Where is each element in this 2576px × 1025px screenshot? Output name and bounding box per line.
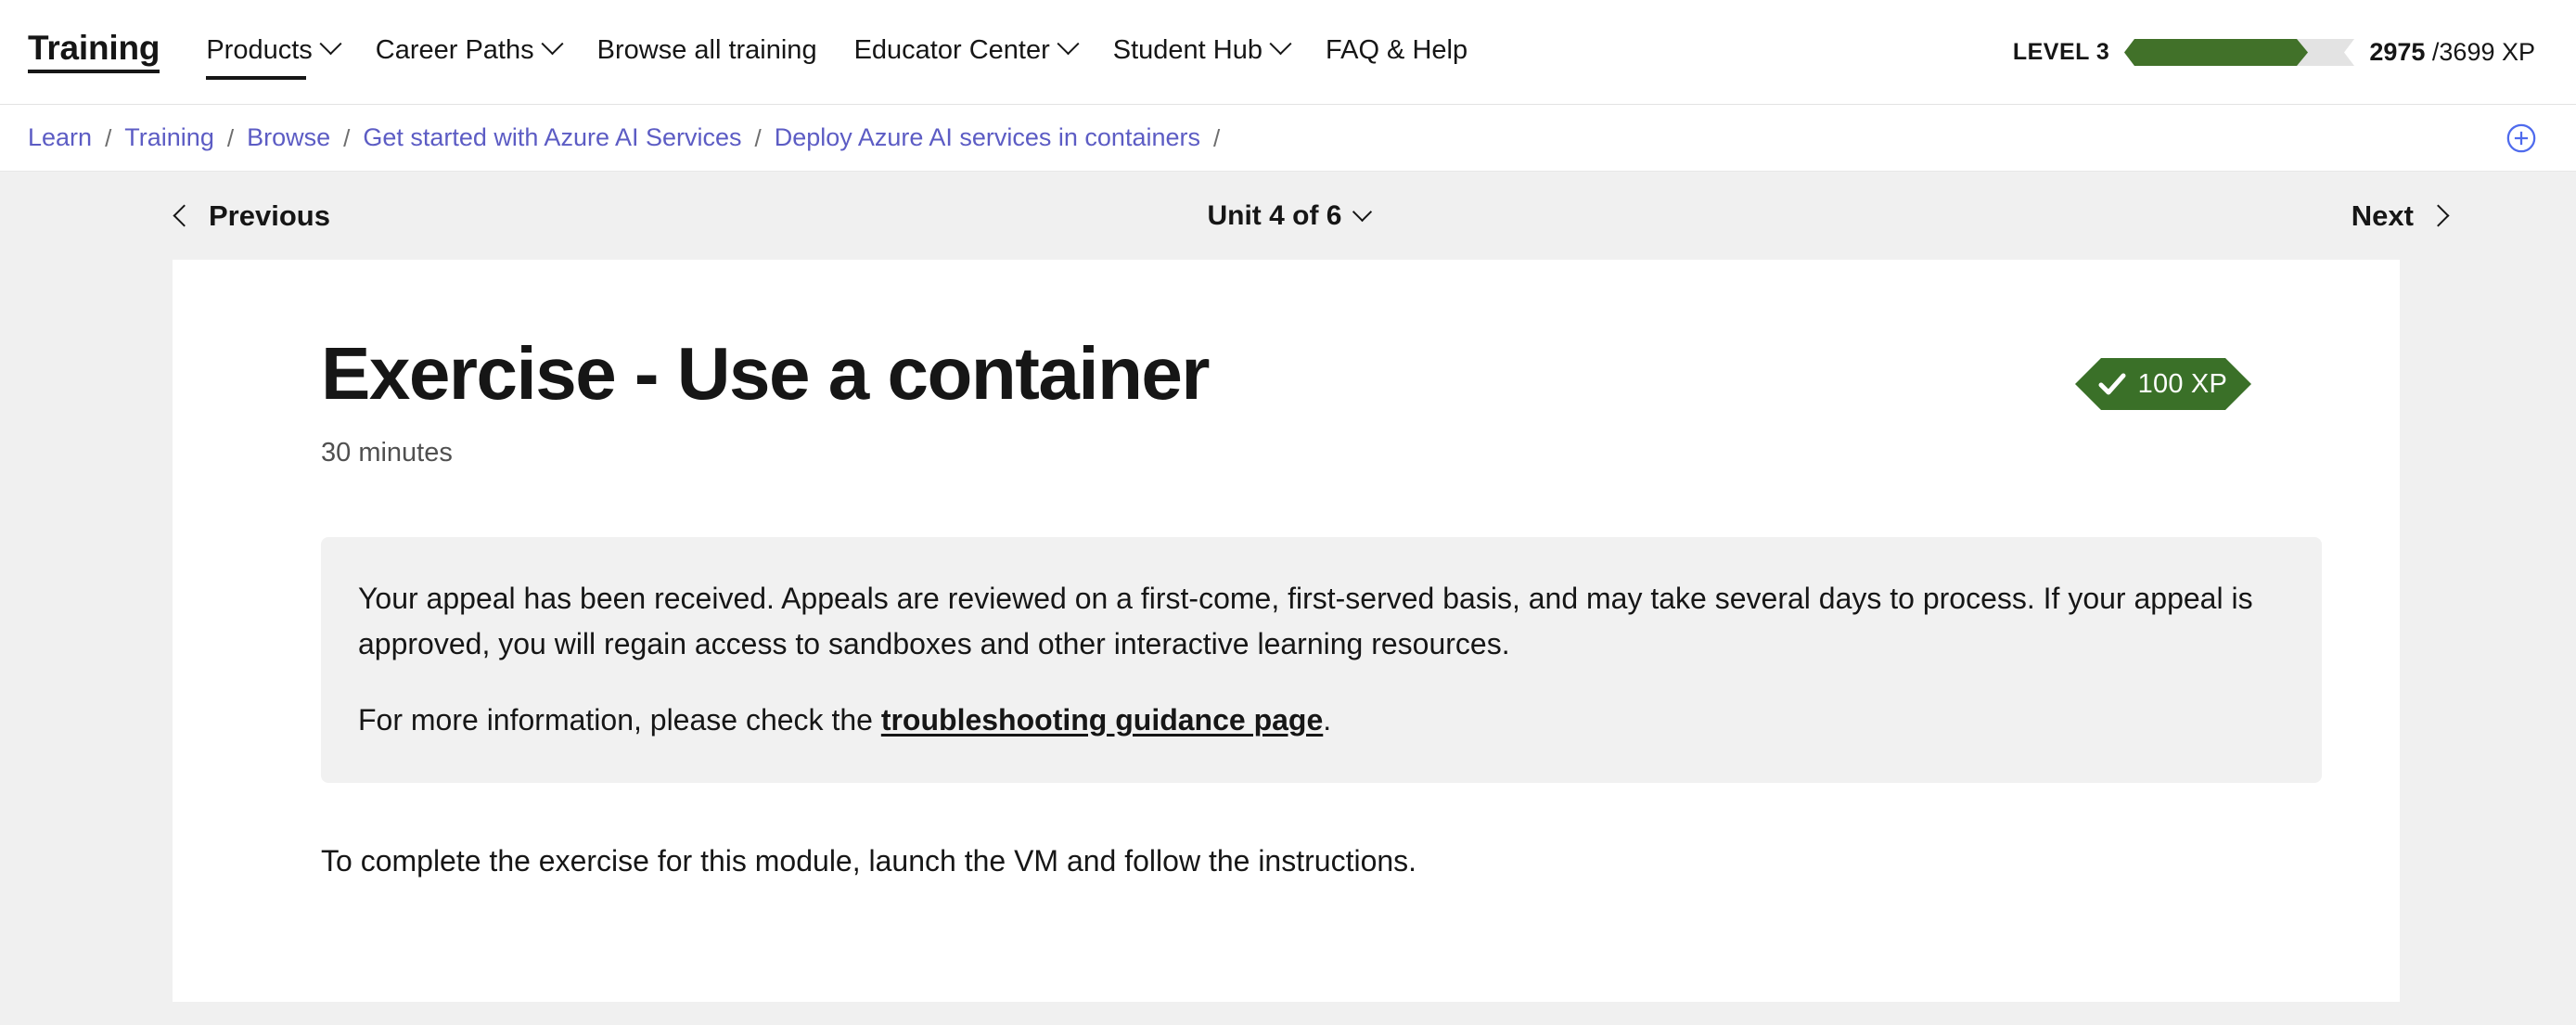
- breadcrumb-item-browse[interactable]: Browse: [247, 125, 330, 150]
- breadcrumb-item-training[interactable]: Training: [124, 125, 214, 150]
- breadcrumb-trailing-separator: /: [1213, 123, 1221, 152]
- xp-max: /3699 XP: [2431, 37, 2535, 66]
- breadcrumb-separator: /: [226, 123, 235, 152]
- nav-item-label: FAQ & Help: [1325, 35, 1468, 66]
- chevron-right-icon: [2427, 204, 2450, 227]
- notice-paragraph-1: Your appeal has been received. Appeals a…: [358, 582, 2253, 661]
- chevron-down-icon: [1352, 201, 1372, 223]
- appeal-notice-box: Your appeal has been received. Appeals a…: [321, 537, 2322, 784]
- troubleshooting-guidance-link[interactable]: troubleshooting guidance page: [881, 703, 1323, 737]
- chevron-down-icon: [1057, 32, 1080, 56]
- xp-progress-bar: [2124, 38, 2355, 66]
- nav-item-label: Career Paths: [375, 35, 534, 66]
- page-title: Exercise - Use a container: [321, 332, 1211, 415]
- breadcrumb: Learn / Training / Browse / Get started …: [28, 125, 1233, 150]
- chevron-left-icon: [173, 204, 196, 227]
- plus-circle-icon[interactable]: [2506, 122, 2537, 154]
- level-xp-widget[interactable]: LEVEL 3 2975 /3699 XP: [2013, 38, 2535, 67]
- breadcrumb-bar: Learn / Training / Browse / Get started …: [0, 105, 2576, 172]
- brand-training-link[interactable]: Training: [28, 30, 160, 73]
- breadcrumb-item-get-started-azure-ai[interactable]: Get started with Azure AI Services: [363, 125, 741, 150]
- notice-paragraph-2-prefix: For more information, please check the: [358, 702, 881, 737]
- exercise-instructions-text: To complete the exercise for this module…: [321, 844, 1417, 878]
- chevron-down-icon: [1269, 32, 1292, 56]
- nav-item-products[interactable]: Products: [206, 32, 342, 80]
- previous-unit-button[interactable]: Previous: [173, 199, 330, 233]
- nav-item-browse-all-training[interactable]: Browse all training: [597, 34, 817, 70]
- title-block: Exercise - Use a container 30 minutes: [321, 332, 1211, 468]
- top-navigation-bar: Training Products Career Paths Browse al…: [0, 0, 2576, 105]
- breadcrumb-item-learn[interactable]: Learn: [28, 125, 92, 150]
- xp-current: 2975: [2369, 37, 2426, 66]
- next-unit-button[interactable]: Next: [2351, 199, 2450, 233]
- breadcrumb-separator: /: [105, 123, 112, 152]
- breadcrumb-item-deploy-containers[interactable]: Deploy Azure AI services in containers: [775, 125, 1200, 150]
- nav-item-label: Student Hub: [1112, 35, 1262, 66]
- xp-progress-fill: [2124, 38, 2309, 66]
- unit-selector[interactable]: Unit 4 of 6: [1207, 199, 1372, 232]
- nav-item-label: Educator Center: [853, 35, 1050, 66]
- previous-label: Previous: [209, 199, 330, 232]
- level-label: LEVEL 3: [2012, 38, 2110, 65]
- breadcrumb-separator: /: [343, 123, 351, 152]
- chevron-down-icon: [319, 32, 342, 56]
- xp-earned-badge: 100 XP: [2075, 358, 2251, 410]
- unit-content-card: Exercise - Use a container 30 minutes 10…: [173, 260, 2400, 1002]
- unit-duration: 30 minutes: [321, 438, 453, 468]
- xp-badge-shape: [2075, 358, 2251, 410]
- nav-item-label: Products: [206, 35, 313, 66]
- nav-item-faq-help[interactable]: FAQ & Help: [1326, 34, 1467, 70]
- xp-counter: 2975 /3699 XP: [2369, 38, 2535, 67]
- nav-item-student-hub[interactable]: Student Hub: [1112, 32, 1292, 70]
- breadcrumb-separator: /: [754, 123, 762, 152]
- primary-nav: Products Career Paths Browse all trainin…: [206, 32, 2013, 80]
- nav-item-educator-center[interactable]: Educator Center: [853, 32, 1080, 70]
- content-card-wrapper: Exercise - Use a container 30 minutes 10…: [0, 260, 2576, 1002]
- unit-label: Unit 4 of 6: [1207, 199, 1342, 231]
- chevron-down-icon: [541, 32, 564, 56]
- title-row: Exercise - Use a container 30 minutes 10…: [321, 332, 2251, 468]
- nav-item-label: Browse all training: [596, 35, 817, 66]
- unit-navigation-strip: Previous Unit 4 of 6 Next: [0, 172, 2576, 260]
- notice-paragraph-2-suffix: .: [1323, 702, 1332, 737]
- next-label: Next: [2351, 199, 2414, 232]
- notice-paragraph-2: For more information, please check the t…: [358, 698, 2285, 743]
- nav-item-career-paths[interactable]: Career Paths: [375, 32, 564, 70]
